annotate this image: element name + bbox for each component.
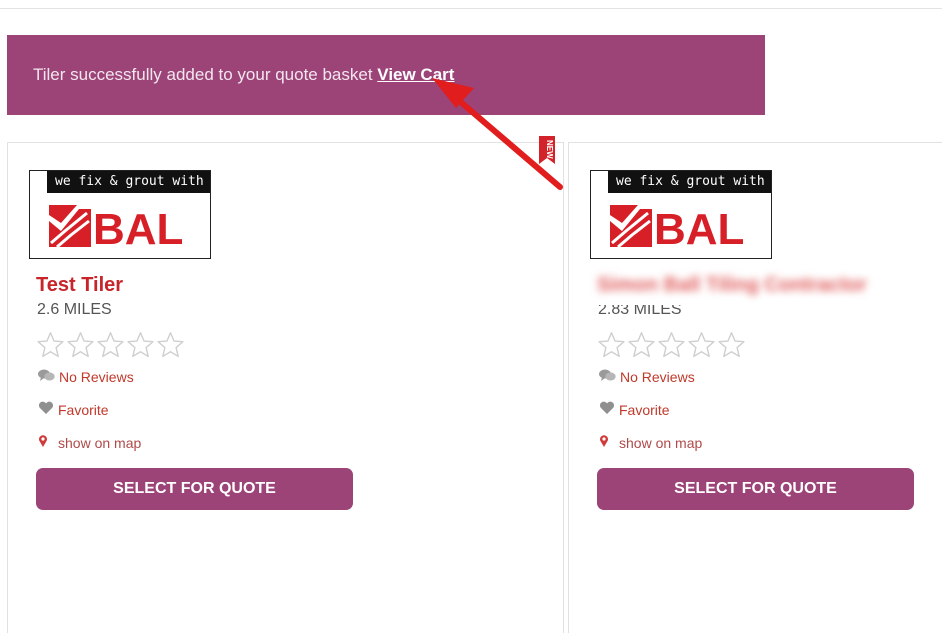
star-icon[interactable] bbox=[687, 331, 716, 359]
reviews-label: No Reviews bbox=[59, 369, 134, 385]
map-label: show on map bbox=[619, 434, 703, 451]
reviews-label: No Reviews bbox=[620, 369, 695, 385]
tiler-name[interactable]: Test Tiler bbox=[36, 274, 123, 297]
bal-logo: we fix & grout with BAL bbox=[29, 170, 211, 259]
map-pin-icon bbox=[599, 434, 609, 451]
reviews-link[interactable]: No Reviews bbox=[599, 369, 695, 385]
tiler-name[interactable]: Simon Ball Tiling Contractor bbox=[597, 274, 867, 297]
logo-tagline: we fix & grout with bbox=[608, 171, 771, 193]
map-label: show on map bbox=[58, 434, 142, 451]
bal-logo: we fix & grout with BAL bbox=[590, 170, 772, 259]
star-icon[interactable] bbox=[156, 331, 185, 359]
select-for-quote-button[interactable]: SELECT FOR QUOTE bbox=[597, 468, 914, 510]
star-icon[interactable] bbox=[597, 331, 626, 359]
logo-brand: BAL bbox=[654, 205, 744, 251]
star-icon[interactable] bbox=[657, 331, 686, 359]
logo-tagline: we fix & grout with bbox=[47, 171, 210, 193]
favorite-link[interactable]: Favorite bbox=[599, 401, 670, 418]
show-on-map-link[interactable]: show on map bbox=[38, 434, 141, 451]
bal-mark-icon: BAL bbox=[49, 205, 183, 251]
favorite-label: Favorite bbox=[619, 401, 670, 418]
select-for-quote-button[interactable]: SELECT FOR QUOTE bbox=[36, 468, 353, 510]
comments-icon bbox=[599, 369, 616, 385]
comments-icon bbox=[38, 369, 55, 385]
tiler-distance: 2.6 MILES bbox=[37, 301, 112, 318]
star-icon[interactable] bbox=[717, 331, 746, 359]
heart-icon bbox=[599, 401, 615, 418]
heart-icon bbox=[38, 401, 54, 418]
tiler-distance: 2.83 MILES bbox=[598, 301, 682, 318]
favorite-label: Favorite bbox=[58, 401, 109, 418]
new-badge-label: NEW bbox=[545, 140, 554, 159]
star-icon[interactable] bbox=[96, 331, 125, 359]
logo-brand: BAL bbox=[93, 205, 183, 251]
top-divider bbox=[0, 8, 942, 9]
cart-notice-banner: Tiler successfully added to your quote b… bbox=[7, 35, 765, 115]
view-cart-link[interactable]: View Cart bbox=[377, 65, 454, 85]
bal-mark-icon: BAL bbox=[610, 205, 744, 251]
reviews-link[interactable]: No Reviews bbox=[38, 369, 134, 385]
rating-stars[interactable] bbox=[597, 331, 746, 359]
cart-notice-message: Tiler successfully added to your quote b… bbox=[33, 65, 378, 84]
tiler-card: we fix & grout with BAL Simon Ball Tilin… bbox=[568, 142, 942, 633]
show-on-map-link[interactable]: show on map bbox=[599, 434, 702, 451]
star-icon[interactable] bbox=[627, 331, 656, 359]
tiler-card: we fix & grout with BAL Test Tiler 2.6 M… bbox=[7, 142, 564, 633]
favorite-link[interactable]: Favorite bbox=[38, 401, 109, 418]
map-pin-icon bbox=[38, 434, 48, 451]
star-icon[interactable] bbox=[36, 331, 65, 359]
star-icon[interactable] bbox=[66, 331, 95, 359]
star-icon[interactable] bbox=[126, 331, 155, 359]
rating-stars[interactable] bbox=[36, 331, 185, 359]
new-ribbon-badge: NEW bbox=[539, 136, 555, 164]
